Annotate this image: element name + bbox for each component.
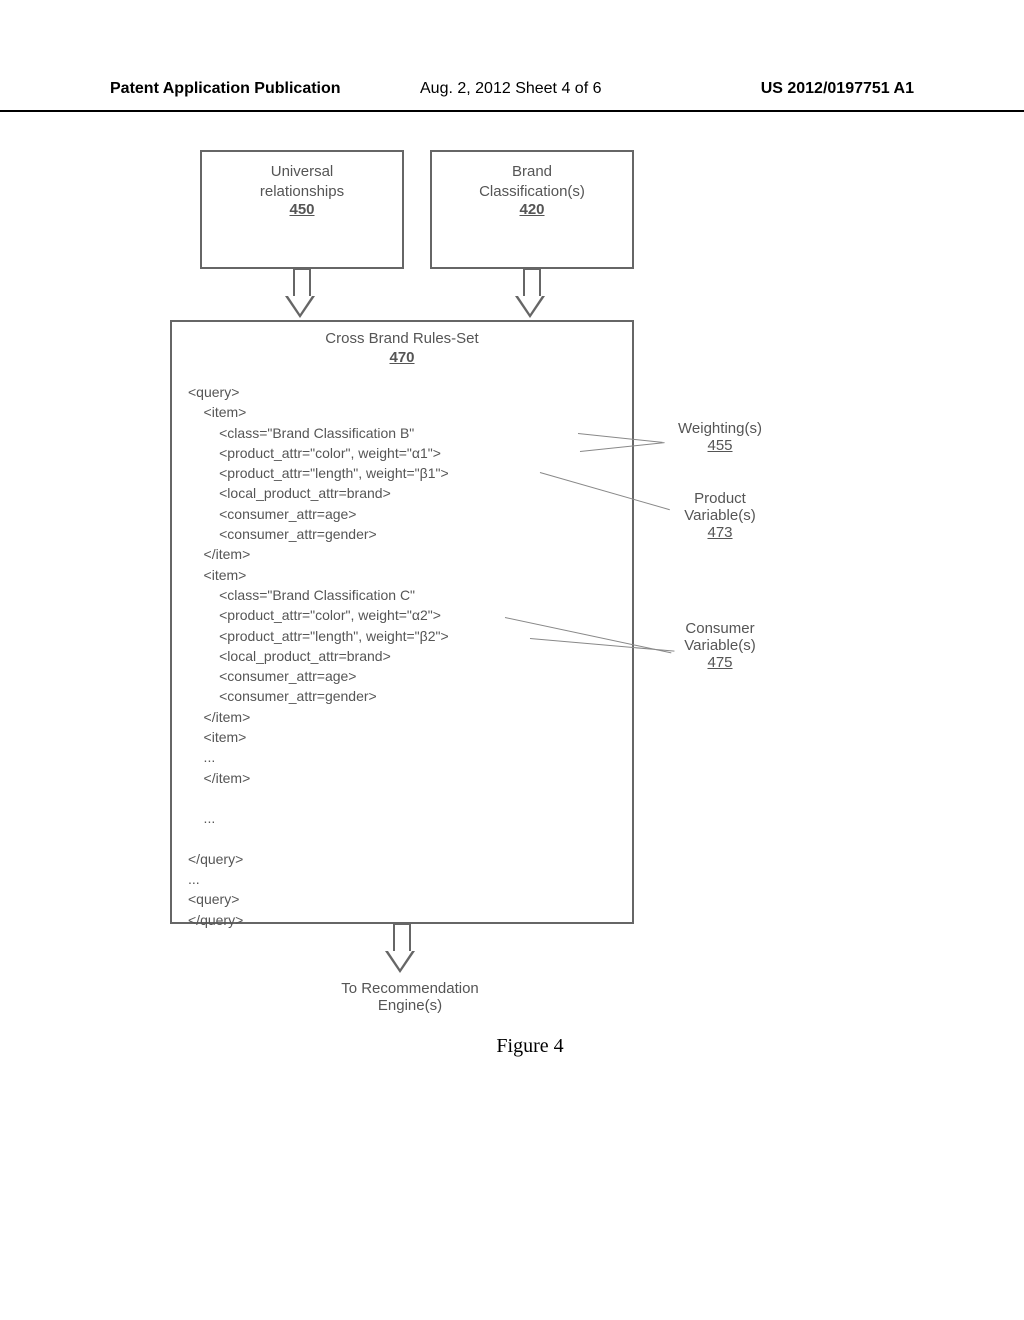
- annot-num: 473: [660, 524, 780, 541]
- box-cross-brand-rules: Cross Brand Rules-Set 470 <query> <item>…: [170, 320, 634, 924]
- hdr-mid: Aug. 2, 2012 Sheet 4 of 6: [420, 80, 601, 98]
- arrow-down-icon: [515, 268, 545, 318]
- annot-num: 455: [660, 437, 780, 454]
- hdr-left: Patent Application Publication: [110, 80, 341, 98]
- box-brand-classification: Brand Classification(s) 420: [430, 150, 634, 269]
- page: Patent Application Publication Aug. 2, 2…: [0, 0, 1024, 1320]
- box-title: Brand Classification(s): [432, 162, 632, 201]
- figure-4-diagram: Universal relationships 450 Brand Classi…: [170, 150, 890, 1200]
- box-num: 420: [432, 201, 632, 218]
- annot-num: 475: [660, 654, 780, 671]
- annot-consumer-vars: Consumer Variable(s) 475: [660, 620, 780, 671]
- main-title: Cross Brand Rules-Set: [172, 330, 632, 347]
- arrow-down-icon: [285, 268, 315, 318]
- page-header: Patent Application Publication Aug. 2, 2…: [0, 80, 1024, 112]
- main-num: 470: [172, 349, 632, 366]
- annot-label: Consumer Variable(s): [660, 620, 780, 654]
- annot-weightings: Weighting(s) 455: [660, 420, 780, 454]
- annot-product-vars: Product Variable(s) 473: [660, 490, 780, 541]
- xml-code: <query> <item> <class="Brand Classificat…: [172, 382, 632, 930]
- dest-label: To Recommendation Engine(s): [310, 980, 510, 1014]
- box-num: 450: [202, 201, 402, 218]
- annot-label: Product Variable(s): [660, 490, 780, 524]
- arrow-down-icon: [385, 923, 415, 973]
- box-title: Universal relationships: [202, 162, 402, 201]
- annot-label: Weighting(s): [660, 420, 780, 437]
- box-universal-relationships: Universal relationships 450: [200, 150, 404, 269]
- hdr-right: US 2012/0197751 A1: [761, 80, 914, 98]
- figure-label: Figure 4: [170, 1035, 890, 1058]
